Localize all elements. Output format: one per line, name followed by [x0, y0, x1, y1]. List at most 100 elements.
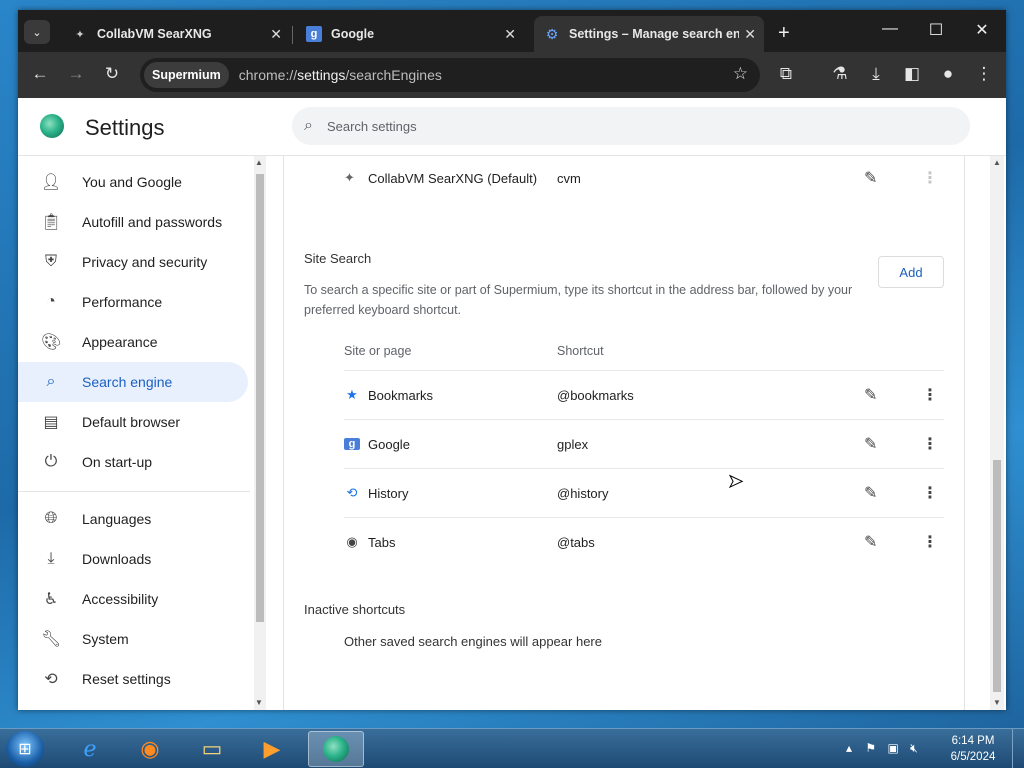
palette-icon: 🎨︎ — [41, 334, 62, 351]
clock-date: 6/5/2024 — [950, 751, 996, 763]
history-icon: ⟲ — [44, 671, 58, 688]
site-search-description: To search a specific site or part of Sup… — [304, 283, 853, 317]
close-tab-icon[interactable]: ✕ — [270, 26, 282, 43]
bookmark-star-icon[interactable]: ☆ — [733, 64, 748, 84]
browser-menu-icon[interactable]: ⋮ — [972, 64, 996, 84]
add-site-search-button[interactable]: Add — [878, 256, 944, 288]
edit-pencil-icon[interactable]: ✎ — [864, 168, 877, 188]
sidebar-item-autofill[interactable]: 📋︎ Autofill and passwords — [18, 202, 248, 242]
internet-explorer-icon[interactable]: ℯ — [62, 731, 118, 767]
site-search-row: ⟲ History @history ✎ ⋮ — [344, 468, 944, 517]
sidebar-item-appearance[interactable]: 🎨︎ Appearance — [18, 322, 248, 362]
settings-header: Settings ⌕ — [18, 98, 1006, 156]
taskbar-clock[interactable]: 6:14 PM 6/5/2024 — [940, 733, 1006, 765]
default-engine-row: ✦ CollabVM SearXNG (Default) cvm ✎ ⋮ — [344, 166, 944, 190]
close-tab-icon[interactable]: ✕ — [744, 26, 756, 43]
more-actions-icon[interactable]: ⋮ — [922, 532, 938, 552]
edit-pencil-icon[interactable]: ✎ — [864, 483, 877, 503]
clipboard-icon: 📋︎ — [41, 214, 62, 231]
supermium-logo — [40, 114, 64, 138]
more-actions-icon: ⋮ — [922, 170, 938, 187]
tab-search-menu-button[interactable]: ⌄ — [24, 20, 50, 44]
forward-icon[interactable]: → — [64, 64, 88, 84]
close-tab-icon[interactable]: ✕ — [504, 26, 516, 43]
puzzle-icon: ✦ — [75, 28, 85, 41]
search-engines-card: ✦ CollabVM SearXNG (Default) cvm ✎ ⋮ Sit… — [283, 156, 965, 710]
globe-icon: 🌐︎ — [44, 510, 58, 527]
more-actions-icon[interactable]: ⋮ — [922, 385, 938, 405]
inactive-shortcuts-title: Inactive shortcuts — [304, 602, 406, 617]
sidebar-item-languages[interactable]: 🌐︎ Languages — [18, 499, 248, 539]
tab-settings[interactable]: ⚙ Settings – Manage search eng ✕ — [534, 16, 764, 52]
power-icon: ⏻ — [44, 453, 58, 470]
browser-toolbar: ← → ↻ Supermium chrome://settings/search… — [18, 52, 1006, 98]
sidebar-item-default-browser[interactable]: ▤ Default browser — [18, 402, 248, 442]
sidebar-item-accessibility[interactable]: ♿︎ Accessibility — [18, 579, 248, 619]
address-bar[interactable]: Supermium chrome://settings/searchEngine… — [140, 58, 760, 92]
sidebar-item-on-startup[interactable]: ⏻ On start-up — [18, 442, 248, 482]
inactive-shortcuts-description: Other saved search engines will appear h… — [344, 634, 602, 649]
scroll-up-arrow-icon[interactable]: ▲ — [255, 158, 263, 167]
site-info-chip[interactable]: Supermium — [144, 62, 229, 88]
close-window-button[interactable]: ✕ — [962, 20, 1002, 40]
media-player-icon[interactable]: ▶ — [244, 731, 300, 767]
firefox-icon[interactable]: ◉ — [122, 731, 178, 767]
sidebar-scrollbar[interactable]: ▲ ▼ — [254, 156, 266, 710]
maximize-button[interactable]: ☐ — [916, 20, 956, 40]
edit-pencil-icon[interactable]: ✎ — [864, 434, 877, 454]
more-actions-icon[interactable]: ⋮ — [922, 434, 938, 454]
edit-pencil-icon[interactable]: ✎ — [864, 385, 877, 405]
sidebar-item-privacy[interactable]: ⛨ Privacy and security — [18, 242, 248, 282]
profile-avatar-icon[interactable]: ● — [936, 64, 960, 84]
show-hidden-icons-icon[interactable]: ▴ — [846, 741, 852, 755]
sidebar-item-performance[interactable]: ◔ Performance — [18, 282, 248, 322]
sidebar-item-you-and-google[interactable]: 👤︎ You and Google — [18, 162, 248, 202]
download-icon[interactable]: ⤓ — [864, 64, 888, 84]
sidebar-item-system[interactable]: 🔧︎ System — [18, 619, 248, 659]
page-title: Settings — [85, 115, 165, 140]
new-tab-button[interactable]: + — [778, 22, 790, 45]
tab-google[interactable]: g Google ✕ — [296, 16, 524, 52]
puzzle-icon: ✦ — [344, 170, 355, 185]
clock-time: 6:14 PM — [951, 735, 995, 747]
show-desktop-button[interactable] — [1012, 729, 1024, 768]
network-icon[interactable]: ▣ — [887, 741, 898, 755]
search-icon: ⌕ — [46, 373, 56, 390]
reload-icon[interactable]: ↻ — [100, 64, 124, 84]
more-actions-icon[interactable]: ⋮ — [922, 483, 938, 503]
globe-icon: ◉ — [346, 534, 358, 549]
search-icon: ⌕ — [304, 117, 313, 134]
scroll-down-arrow-icon[interactable]: ▼ — [255, 698, 263, 707]
minimize-button[interactable]: — — [870, 20, 910, 38]
supermium-taskbar-icon[interactable] — [308, 731, 364, 767]
sidebar-item-reset-settings[interactable]: ⟲ Reset settings — [18, 659, 248, 699]
speedometer-icon: ◔ — [46, 293, 56, 310]
back-icon[interactable]: ← — [28, 64, 52, 84]
sidebar-item-downloads[interactable]: ⤓ Downloads — [18, 539, 248, 579]
sidebar-item-search-engine[interactable]: ⌕ Search engine — [18, 362, 248, 402]
person-icon: 👤︎ — [41, 174, 62, 191]
labs-flask-icon[interactable]: ⚗ — [828, 64, 852, 84]
mouse-cursor-icon: ➤ — [727, 471, 744, 492]
engine-shortcut: cvm — [557, 170, 581, 186]
tab-label: Google — [331, 27, 375, 41]
settings-search[interactable]: ⌕ — [292, 107, 970, 145]
scroll-up-arrow-icon[interactable]: ▲ — [993, 158, 1001, 167]
file-explorer-icon[interactable]: ▭ — [184, 731, 240, 767]
search-input[interactable] — [326, 118, 887, 134]
shield-icon: ⛨ — [44, 253, 57, 270]
url-text[interactable]: chrome://settings/searchEngines — [239, 67, 442, 83]
side-panel-icon[interactable]: ◧ — [900, 64, 924, 84]
site-search-row: ◉ Tabs @tabs ✎ ⋮ — [344, 517, 944, 566]
sidebar-divider — [18, 491, 250, 492]
main-scroll-thumb[interactable] — [993, 460, 1001, 692]
tab-collabvm-searxng[interactable]: ✦ CollabVM SearXNG ✕ — [62, 16, 290, 52]
scroll-down-arrow-icon[interactable]: ▼ — [993, 698, 1001, 707]
main-scrollbar[interactable]: ▲ ▼ — [990, 156, 1004, 710]
extensions-icon[interactable]: ⧉ — [774, 64, 798, 84]
action-center-flag-icon[interactable]: ⚑ — [865, 741, 876, 755]
start-button[interactable]: ⊞ — [6, 731, 44, 767]
volume-muted-icon[interactable]: 🔇︎ — [910, 741, 918, 755]
sidebar-scroll-thumb[interactable] — [256, 174, 264, 622]
edit-pencil-icon[interactable]: ✎ — [864, 532, 877, 552]
